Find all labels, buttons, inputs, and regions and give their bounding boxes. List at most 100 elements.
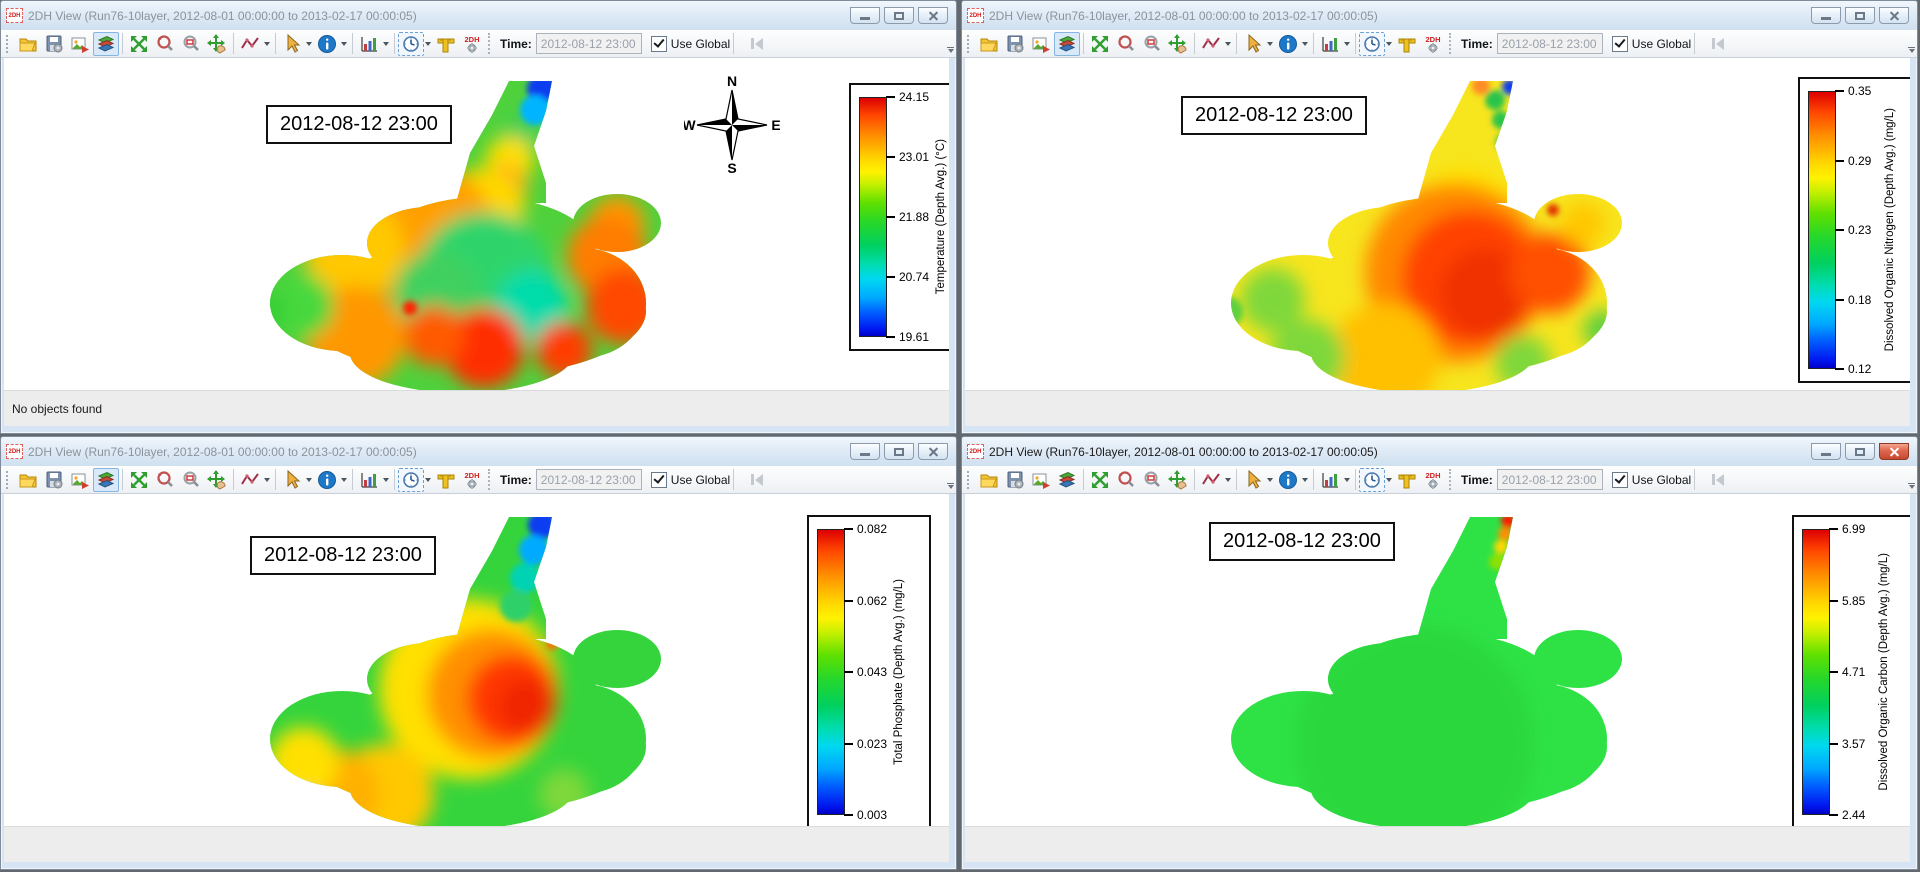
pan-button[interactable] xyxy=(204,32,230,56)
map-plot-area[interactable]: 2012-08-12 23:00 0.35 0.29 0.23 0.18 0.1… xyxy=(965,58,1910,390)
toolbar-grip[interactable] xyxy=(6,35,10,53)
map-plot-area[interactable]: 2012-08-12 23:00 0.082 0.062 0.043 0.023… xyxy=(4,494,949,826)
dropdown-arrow-icon[interactable] xyxy=(383,42,389,49)
toolbar-grip[interactable] xyxy=(967,35,971,53)
skip-to-start-button[interactable] xyxy=(1703,33,1733,55)
map-plot-area[interactable]: 2012-08-12 23:00 N S E W 24.15 23.01 21.… xyxy=(4,58,949,390)
zoom-previous-button[interactable] xyxy=(1113,468,1139,492)
zoom-window-button[interactable] xyxy=(1139,468,1165,492)
skip-to-start-button[interactable] xyxy=(742,469,772,491)
map-plot-area[interactable]: 2012-08-12 23:00 6.99 5.85 4.71 3.57 2.4… xyxy=(965,494,1910,826)
layers-button[interactable] xyxy=(93,468,119,492)
dropdown-arrow-icon[interactable] xyxy=(1344,42,1350,49)
titlebar[interactable]: 2DH 2DH View (Run76-10layer, 2012-08-01 … xyxy=(1,1,956,30)
2dh-settings-button[interactable]: 2DH xyxy=(1420,468,1446,492)
dropdown-arrow-icon[interactable] xyxy=(264,478,270,485)
minimize-button[interactable] xyxy=(1811,443,1841,460)
minimize-button[interactable] xyxy=(1811,7,1841,24)
select-cursor-button[interactable] xyxy=(1240,32,1266,56)
skip-to-start-button[interactable] xyxy=(742,33,772,55)
zoom-extents-button[interactable] xyxy=(1087,468,1113,492)
2dh-settings-button[interactable]: 2DH xyxy=(459,32,485,56)
dropdown-arrow-icon[interactable] xyxy=(1225,42,1231,49)
2dh-settings-button[interactable]: 2DH xyxy=(459,468,485,492)
toolbar-grip[interactable] xyxy=(6,471,10,489)
dropdown-arrow-icon[interactable] xyxy=(1225,478,1231,485)
dropdown-arrow-icon[interactable] xyxy=(383,478,389,485)
time-settings-button[interactable] xyxy=(1359,468,1385,492)
save-button[interactable] xyxy=(1002,468,1028,492)
maximize-button[interactable] xyxy=(884,443,914,460)
chart-button[interactable] xyxy=(1317,32,1343,56)
time-input[interactable]: 2012-08-12 23:00 xyxy=(536,33,642,54)
info-button[interactable] xyxy=(1275,468,1301,492)
titlebar[interactable]: 2DH 2DH View (Run76-10layer, 2012-08-01 … xyxy=(962,1,1917,30)
export-image-button[interactable] xyxy=(67,32,93,56)
titlebar[interactable]: 2DH 2DH View (Run76-10layer, 2012-08-01 … xyxy=(1,437,956,466)
select-cursor-button[interactable] xyxy=(279,32,305,56)
use-global-checkbox[interactable] xyxy=(1612,36,1628,52)
profile-series-button[interactable] xyxy=(1198,468,1224,492)
chart-button[interactable] xyxy=(356,468,382,492)
zoom-extents-button[interactable] xyxy=(126,32,152,56)
time-input[interactable]: 2012-08-12 23:00 xyxy=(536,469,642,490)
ruler-button[interactable] xyxy=(433,32,459,56)
profile-series-button[interactable] xyxy=(237,32,263,56)
zoom-previous-button[interactable] xyxy=(152,468,178,492)
dropdown-arrow-icon[interactable] xyxy=(425,42,431,49)
dropdown-arrow-icon[interactable] xyxy=(425,478,431,485)
dropdown-arrow-icon[interactable] xyxy=(1302,42,1308,49)
dropdown-arrow-icon[interactable] xyxy=(1386,478,1392,485)
dropdown-arrow-icon[interactable] xyxy=(341,478,347,485)
layers-button[interactable] xyxy=(93,32,119,56)
time-settings-button[interactable] xyxy=(398,32,424,56)
dropdown-arrow-icon[interactable] xyxy=(1267,42,1273,49)
chart-button[interactable] xyxy=(1317,468,1343,492)
dropdown-arrow-icon[interactable] xyxy=(1302,478,1308,485)
zoom-window-button[interactable] xyxy=(178,32,204,56)
select-cursor-button[interactable] xyxy=(279,468,305,492)
toolbar-overflow-button[interactable] xyxy=(947,47,954,56)
titlebar[interactable]: 2DH 2DH View (Run76-10layer, 2012-08-01 … xyxy=(962,437,1917,466)
dropdown-arrow-icon[interactable] xyxy=(1344,478,1350,485)
use-global-checkbox[interactable] xyxy=(651,36,667,52)
close-button[interactable] xyxy=(918,443,948,460)
info-button[interactable] xyxy=(314,32,340,56)
chart-button[interactable] xyxy=(356,32,382,56)
open-button[interactable] xyxy=(976,32,1002,56)
ruler-button[interactable] xyxy=(1394,468,1420,492)
dropdown-arrow-icon[interactable] xyxy=(306,478,312,485)
export-image-button[interactable] xyxy=(1028,32,1054,56)
zoom-window-button[interactable] xyxy=(1139,32,1165,56)
save-button[interactable] xyxy=(41,468,67,492)
pan-button[interactable] xyxy=(1165,468,1191,492)
layers-button[interactable] xyxy=(1054,32,1080,56)
ruler-button[interactable] xyxy=(1394,32,1420,56)
dropdown-arrow-icon[interactable] xyxy=(341,42,347,49)
toolbar-overflow-button[interactable] xyxy=(1908,47,1915,56)
toolbar-overflow-button[interactable] xyxy=(947,483,954,492)
save-button[interactable] xyxy=(41,32,67,56)
zoom-previous-button[interactable] xyxy=(1113,32,1139,56)
zoom-extents-button[interactable] xyxy=(1087,32,1113,56)
2dh-settings-button[interactable]: 2DH xyxy=(1420,32,1446,56)
toolbar-grip[interactable] xyxy=(967,471,971,489)
time-input[interactable]: 2012-08-12 23:00 xyxy=(1497,469,1603,490)
open-button[interactable] xyxy=(976,468,1002,492)
pan-button[interactable] xyxy=(1165,32,1191,56)
zoom-window-button[interactable] xyxy=(178,468,204,492)
export-image-button[interactable] xyxy=(67,468,93,492)
dropdown-arrow-icon[interactable] xyxy=(1386,42,1392,49)
pan-button[interactable] xyxy=(204,468,230,492)
time-settings-button[interactable] xyxy=(1359,32,1385,56)
open-button[interactable] xyxy=(15,468,41,492)
dropdown-arrow-icon[interactable] xyxy=(1267,478,1273,485)
time-settings-button[interactable] xyxy=(398,468,424,492)
maximize-button[interactable] xyxy=(884,7,914,24)
zoom-previous-button[interactable] xyxy=(152,32,178,56)
close-button[interactable] xyxy=(1879,7,1909,24)
time-input[interactable]: 2012-08-12 23:00 xyxy=(1497,33,1603,54)
use-global-checkbox[interactable] xyxy=(651,472,667,488)
minimize-button[interactable] xyxy=(850,443,880,460)
toolbar-overflow-button[interactable] xyxy=(1908,483,1915,492)
